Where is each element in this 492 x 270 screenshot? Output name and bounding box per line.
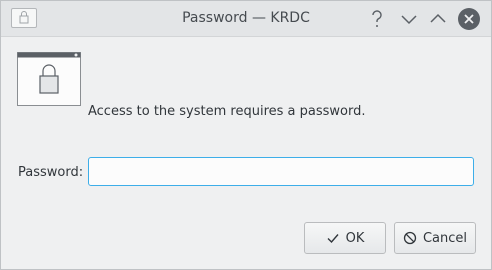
question-icon xyxy=(372,10,382,27)
prompt-message: Access to the system requires a password… xyxy=(88,104,366,119)
password-lock-icon xyxy=(17,52,81,106)
minimize-button[interactable] xyxy=(397,7,421,31)
ok-button[interactable]: OK xyxy=(304,222,386,254)
ok-button-label: OK xyxy=(345,230,365,246)
checkmark-icon xyxy=(327,234,339,244)
close-icon xyxy=(458,8,480,30)
cancel-button[interactable]: Cancel xyxy=(394,222,476,254)
close-button[interactable] xyxy=(456,6,482,32)
maximize-button[interactable] xyxy=(426,7,450,31)
chevron-up-icon xyxy=(430,13,446,23)
cancel-circle-icon xyxy=(403,231,417,245)
password-label: Password: xyxy=(18,165,84,180)
chevron-down-icon xyxy=(401,15,417,25)
cancel-button-label: Cancel xyxy=(422,230,468,246)
password-field[interactable] xyxy=(88,157,474,186)
titlebar[interactable]: Password — KRDC xyxy=(1,1,491,37)
help-button[interactable] xyxy=(365,7,389,31)
password-dialog-window: Password — KRDC Access to the system req… xyxy=(0,0,492,270)
